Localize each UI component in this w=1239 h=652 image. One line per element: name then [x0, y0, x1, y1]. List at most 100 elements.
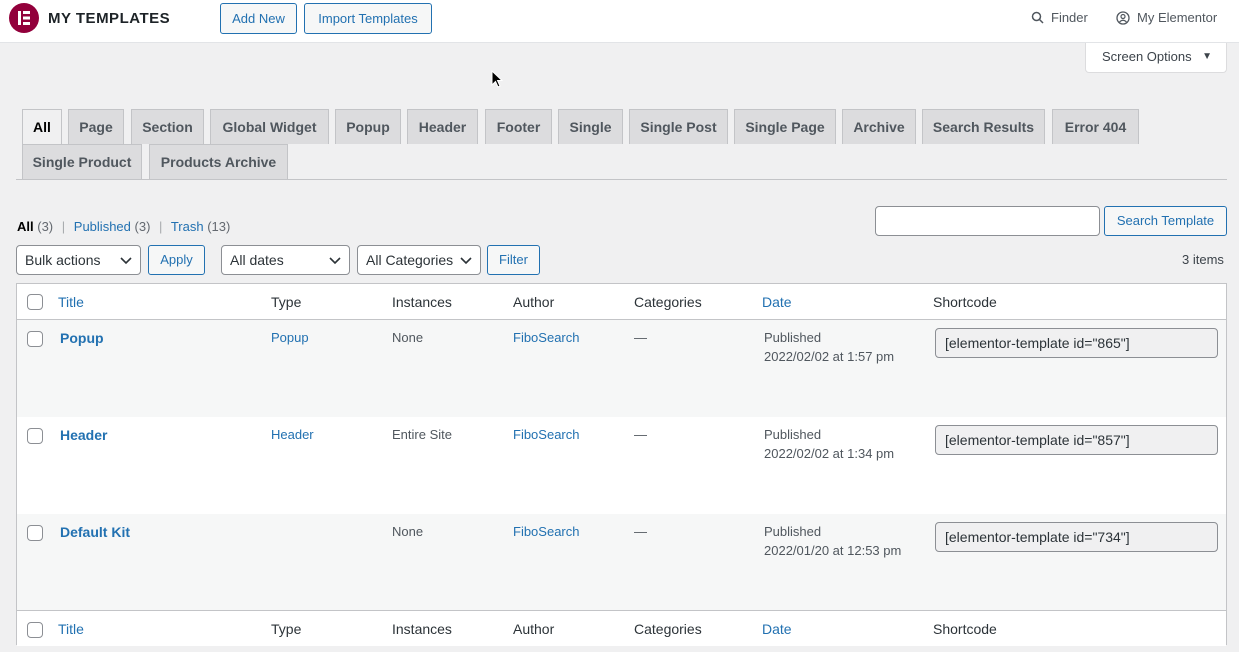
view-all-link[interactable]: All: [17, 219, 34, 234]
shortcode-field[interactable]: [elementor-template id="734"]: [935, 522, 1218, 552]
column-title[interactable]: Title: [58, 294, 84, 310]
screen-options-label: Screen Options: [1102, 49, 1192, 64]
row-author[interactable]: FiboSearch: [513, 330, 579, 345]
tab-single-post[interactable]: Single Post: [629, 109, 728, 144]
shortcode-field[interactable]: [elementor-template id="857"]: [935, 425, 1218, 455]
user-icon: [1116, 10, 1130, 25]
dates-value: All dates: [230, 252, 284, 268]
tab-archive[interactable]: Archive: [842, 109, 916, 144]
table-footer: Title Type Instances Author Categories D…: [17, 610, 1226, 646]
tab-footer[interactable]: Footer: [485, 109, 552, 144]
row-type[interactable]: Popup: [271, 330, 309, 345]
chevron-down-icon: [460, 257, 472, 265]
dates-select[interactable]: All dates: [221, 245, 350, 275]
view-published-link[interactable]: Published: [74, 219, 131, 234]
shortcode-field[interactable]: [elementor-template id="865"]: [935, 328, 1218, 358]
select-all-checkbox[interactable]: [27, 294, 43, 310]
tab-popup[interactable]: Popup: [335, 109, 401, 144]
search-icon: [1031, 11, 1044, 24]
tab-global-widget[interactable]: Global Widget: [210, 109, 329, 144]
view-trash-count: (13): [207, 219, 231, 234]
tab-section[interactable]: Section: [131, 109, 204, 144]
column-type: Type: [271, 294, 302, 310]
view-all-count: (3): [37, 219, 54, 234]
chevron-down-icon: [120, 257, 132, 265]
my-elementor-label: My Elementor: [1137, 10, 1218, 25]
mouse-cursor-icon: [491, 70, 504, 88]
column-instances: Instances: [392, 294, 452, 310]
row-date-value: 2022/02/02 at 1:57 pm: [764, 349, 895, 364]
column-categories: Categories: [634, 294, 702, 310]
view-published-count: (3): [134, 219, 151, 234]
tab-page[interactable]: Page: [68, 109, 124, 144]
view-separator: |: [159, 219, 163, 234]
row-categories: —: [634, 330, 647, 345]
table-row: Popup Popup None FiboSearch — Published …: [17, 320, 1226, 417]
row-status: Published: [764, 330, 822, 345]
row-checkbox[interactable]: [27, 428, 43, 444]
tab-single-product[interactable]: Single Product: [22, 144, 142, 179]
screen-options-button[interactable]: Screen Options ▼: [1085, 43, 1227, 73]
column-date[interactable]: Date: [762, 621, 792, 637]
tabs-divider: [16, 179, 1227, 180]
apply-button[interactable]: Apply: [148, 245, 205, 275]
row-title[interactable]: Header: [60, 427, 107, 443]
tab-all[interactable]: All: [22, 109, 62, 145]
table-row: Header Header Entire Site FiboSearch — P…: [17, 417, 1226, 514]
row-instances: None: [392, 524, 424, 539]
my-elementor-link[interactable]: My Elementor: [1116, 10, 1217, 25]
categories-value: All Categories: [366, 252, 454, 268]
row-date-value: 2022/01/20 at 12:53 pm: [764, 543, 902, 558]
select-all-checkbox[interactable]: [27, 622, 43, 638]
row-author[interactable]: FiboSearch: [513, 427, 579, 442]
chevron-down-icon: [329, 257, 341, 265]
row-date: Published 2022/02/02 at 1:57 pm: [764, 328, 894, 366]
view-separator: |: [61, 219, 66, 234]
column-categories: Categories: [634, 621, 702, 637]
row-instances: None: [392, 330, 424, 345]
import-templates-button[interactable]: Import Templates: [304, 3, 432, 34]
column-author: Author: [513, 294, 555, 310]
search-input[interactable]: [875, 206, 1100, 236]
column-shortcode: Shortcode: [933, 294, 997, 310]
column-shortcode: Shortcode: [933, 621, 997, 637]
categories-select[interactable]: All Categories: [357, 245, 481, 275]
column-author: Author: [513, 621, 555, 637]
row-checkbox[interactable]: [27, 331, 43, 347]
add-new-button[interactable]: Add New: [220, 3, 297, 34]
row-type[interactable]: Header: [271, 427, 314, 442]
tab-search-results[interactable]: Search Results: [922, 109, 1045, 144]
row-date: Published 2022/02/02 at 1:34 pm: [764, 425, 894, 463]
view-trash-link[interactable]: Trash: [171, 219, 204, 234]
finder-button[interactable]: Finder: [1031, 10, 1088, 25]
row-categories: —: [634, 524, 647, 539]
row-author[interactable]: FiboSearch: [513, 524, 579, 539]
search-template-button[interactable]: Search Template: [1104, 206, 1227, 236]
page-title: MY TEMPLATES: [48, 10, 171, 27]
column-title[interactable]: Title: [58, 621, 84, 637]
row-date-value: 2022/02/02 at 1:34 pm: [764, 446, 895, 461]
table-row: Default Kit None FiboSearch — Published …: [17, 514, 1226, 611]
row-status: Published: [764, 524, 822, 539]
row-title[interactable]: Popup: [60, 330, 104, 346]
column-type: Type: [271, 621, 302, 637]
tab-single[interactable]: Single: [558, 109, 623, 144]
top-bar: MY TEMPLATES Add New Import Templates Fi…: [0, 0, 1239, 43]
row-status: Published: [764, 427, 822, 442]
tab-single-page[interactable]: Single Page: [734, 109, 836, 144]
bulk-actions-value: Bulk actions: [25, 252, 101, 268]
tab-error-404[interactable]: Error 404: [1052, 109, 1139, 144]
column-date[interactable]: Date: [762, 294, 792, 310]
bulk-actions-select[interactable]: Bulk actions: [16, 245, 141, 275]
row-checkbox[interactable]: [27, 525, 43, 541]
templates-table: Title Type Instances Author Categories D…: [16, 283, 1227, 646]
status-views: All (3) | Published (3) | Trash (13): [17, 219, 230, 234]
table-header: Title Type Instances Author Categories D…: [17, 284, 1226, 320]
items-count: 3 items: [1182, 252, 1224, 267]
row-title[interactable]: Default Kit: [60, 524, 130, 540]
tab-products-archive[interactable]: Products Archive: [149, 144, 288, 179]
row-date: Published 2022/01/20 at 12:53 pm: [764, 522, 901, 560]
finder-label: Finder: [1051, 10, 1088, 25]
tab-header[interactable]: Header: [407, 109, 478, 144]
filter-button[interactable]: Filter: [487, 245, 540, 275]
